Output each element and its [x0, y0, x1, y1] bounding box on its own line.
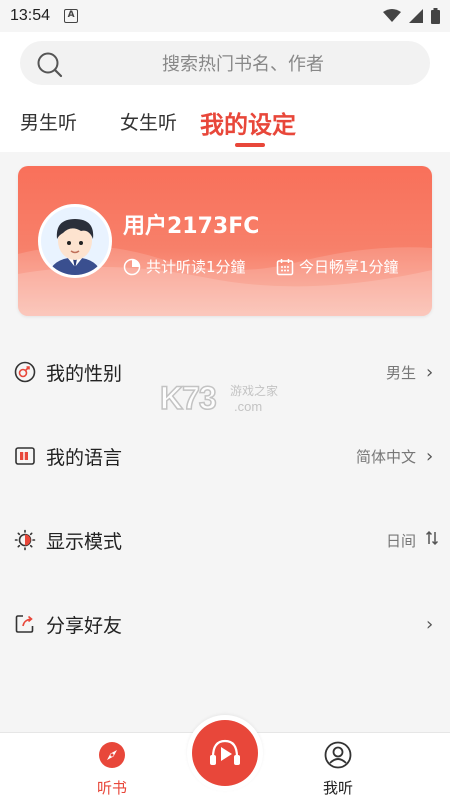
setting-display-mode-value: 日间	[385, 531, 416, 550]
tab-male[interactable]: 男生听	[20, 108, 77, 135]
search-area: 搜索热门书名、作者	[0, 32, 450, 96]
share-icon	[14, 613, 36, 635]
chevron-right-icon: ›	[426, 613, 434, 635]
status-icons	[383, 8, 440, 24]
watermark-text-cn: 游戏之家	[230, 384, 279, 398]
watermark-text-com: .com	[234, 399, 263, 414]
signal-icon	[409, 9, 423, 23]
setting-gender-value: 男生	[385, 363, 416, 382]
wifi-icon	[383, 9, 401, 22]
play-button[interactable]	[192, 720, 258, 786]
bottom-nav: 听书 我听	[0, 715, 450, 800]
status-bar: 13:54 A	[0, 0, 450, 32]
watermark-logo: K73 游戏之家 .com	[159, 379, 300, 420]
username: 用户2173FC	[123, 214, 260, 239]
setting-share-label: 分享好友	[46, 614, 123, 637]
a-badge-icon: A	[64, 9, 79, 23]
calendar-icon	[276, 258, 294, 275]
today-listen-text: 今日畅享1分鐘	[299, 258, 399, 276]
gender-icon	[14, 361, 36, 383]
profile-card[interactable]: 用户2173FC 共计听读1分鐘 今日畅享1分鐘	[18, 166, 432, 316]
person-icon	[324, 741, 352, 769]
cartoon-boy-avatar-icon	[41, 207, 109, 275]
swap-icon[interactable]	[425, 530, 439, 551]
play-icon	[210, 739, 240, 765]
setting-display-mode[interactable]: 显示模式 日间	[0, 498, 450, 582]
tab-female[interactable]: 女生听	[120, 108, 177, 135]
chevron-right-icon: ›	[426, 361, 434, 383]
setting-language-value: 简体中文	[355, 447, 416, 466]
play-button-wrap	[187, 715, 263, 791]
setting-language-label: 我的语言	[46, 446, 123, 469]
status-time: 13:54	[10, 7, 51, 24]
watermark-k73: K73	[159, 379, 217, 417]
tab-bar: 男生听 女生听 我的设定	[0, 96, 450, 152]
today-listen-stat: 今日畅享1分鐘	[276, 256, 399, 277]
nav-woting-label: 我听	[322, 779, 353, 797]
search-input[interactable]: 搜索热门书名、作者	[20, 41, 430, 85]
nav-tingshu[interactable]: 听书	[82, 741, 142, 798]
search-placeholder: 搜索热门书名、作者	[162, 54, 324, 75]
setting-language[interactable]: 我的语言 简体中文 ›	[0, 414, 450, 498]
setting-share[interactable]: 分享好友 ›	[0, 582, 450, 666]
total-listen-text: 共计听读1分鐘	[146, 258, 246, 276]
pie-chart-icon	[123, 258, 141, 275]
nav-woting[interactable]: 我听	[308, 741, 368, 798]
tab-my-settings[interactable]: 我的设定	[200, 105, 296, 140]
total-listen-stat: 共计听读1分鐘	[123, 256, 246, 277]
chevron-right-icon: ›	[426, 445, 434, 467]
search-icon	[37, 52, 63, 78]
setting-display-mode-label: 显示模式	[46, 530, 123, 553]
setting-gender-label: 我的性别	[46, 362, 123, 385]
battery-icon	[431, 8, 440, 24]
nav-tingshu-label: 听书	[96, 779, 127, 797]
compass-icon	[99, 742, 125, 768]
avatar[interactable]	[38, 204, 112, 278]
language-icon	[14, 445, 36, 467]
tab-indicator	[235, 143, 265, 147]
brightness-icon	[14, 529, 36, 551]
